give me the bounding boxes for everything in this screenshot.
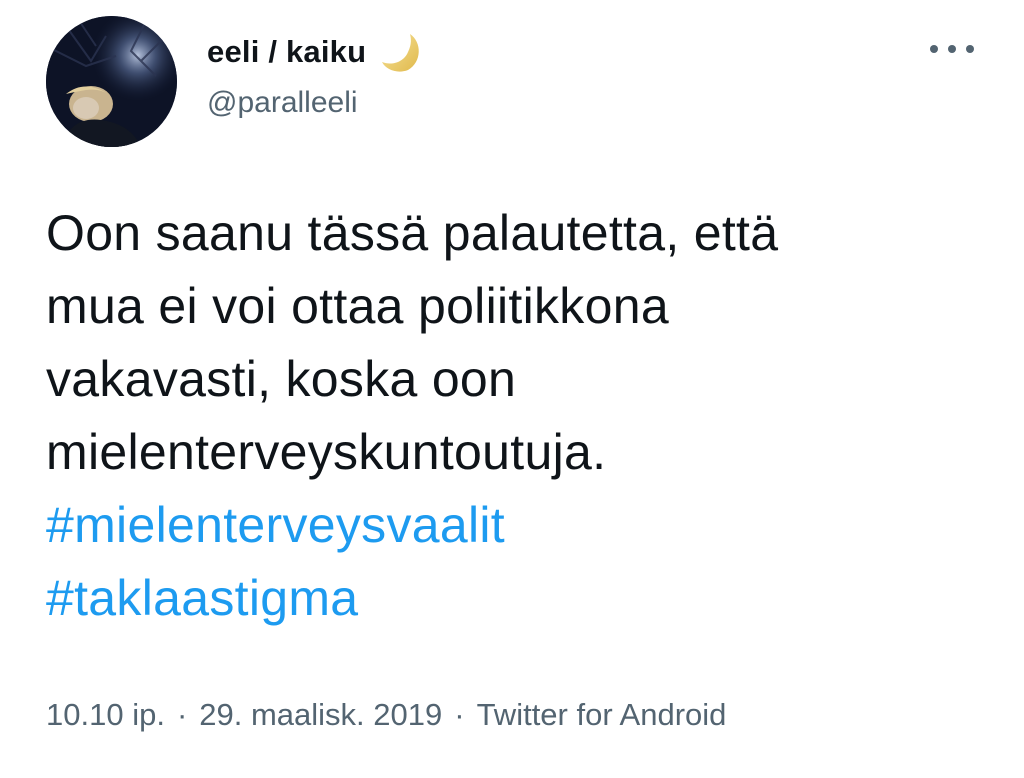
meta-separator: · [176,697,188,732]
author-display-name[interactable]: eeli / kaiku [207,34,366,70]
tweet-text: Oon saanu tässä palautetta, että mua ei … [46,197,986,635]
tweet-text-line: mielenterveyskuntoutuja. [46,424,607,480]
avatar[interactable] [46,16,177,147]
author-handle[interactable]: @paralleeli [207,86,358,120]
tweet-text-line: Oon saanu tässä palautetta, että [46,205,779,261]
tweet-text-line: mua ei voi ottaa poliitikkona [46,278,669,334]
more-options-button[interactable] [925,34,979,64]
tweet: eeli / kaiku @paralleeli Oon saanu tässä… [0,0,1024,778]
crescent-moon-icon [380,30,424,74]
hashtag-link[interactable]: #taklaastigma [46,562,986,635]
tweet-source[interactable]: Twitter for Android [477,697,727,733]
tweet-meta: 10.10 ip. · 29. maalisk. 2019 · Twitter … [46,697,726,733]
author-name-row[interactable]: eeli / kaiku [207,30,424,74]
tweet-date[interactable]: 29. maalisk. 2019 [199,697,442,733]
more-options-icon [930,45,974,53]
hashtag-link[interactable]: #mielenterveysvaalit [46,489,986,562]
tweet-time[interactable]: 10.10 ip. [46,697,165,733]
tweet-text-line: vakavasti, koska oon [46,351,517,407]
meta-separator: · [454,697,465,732]
